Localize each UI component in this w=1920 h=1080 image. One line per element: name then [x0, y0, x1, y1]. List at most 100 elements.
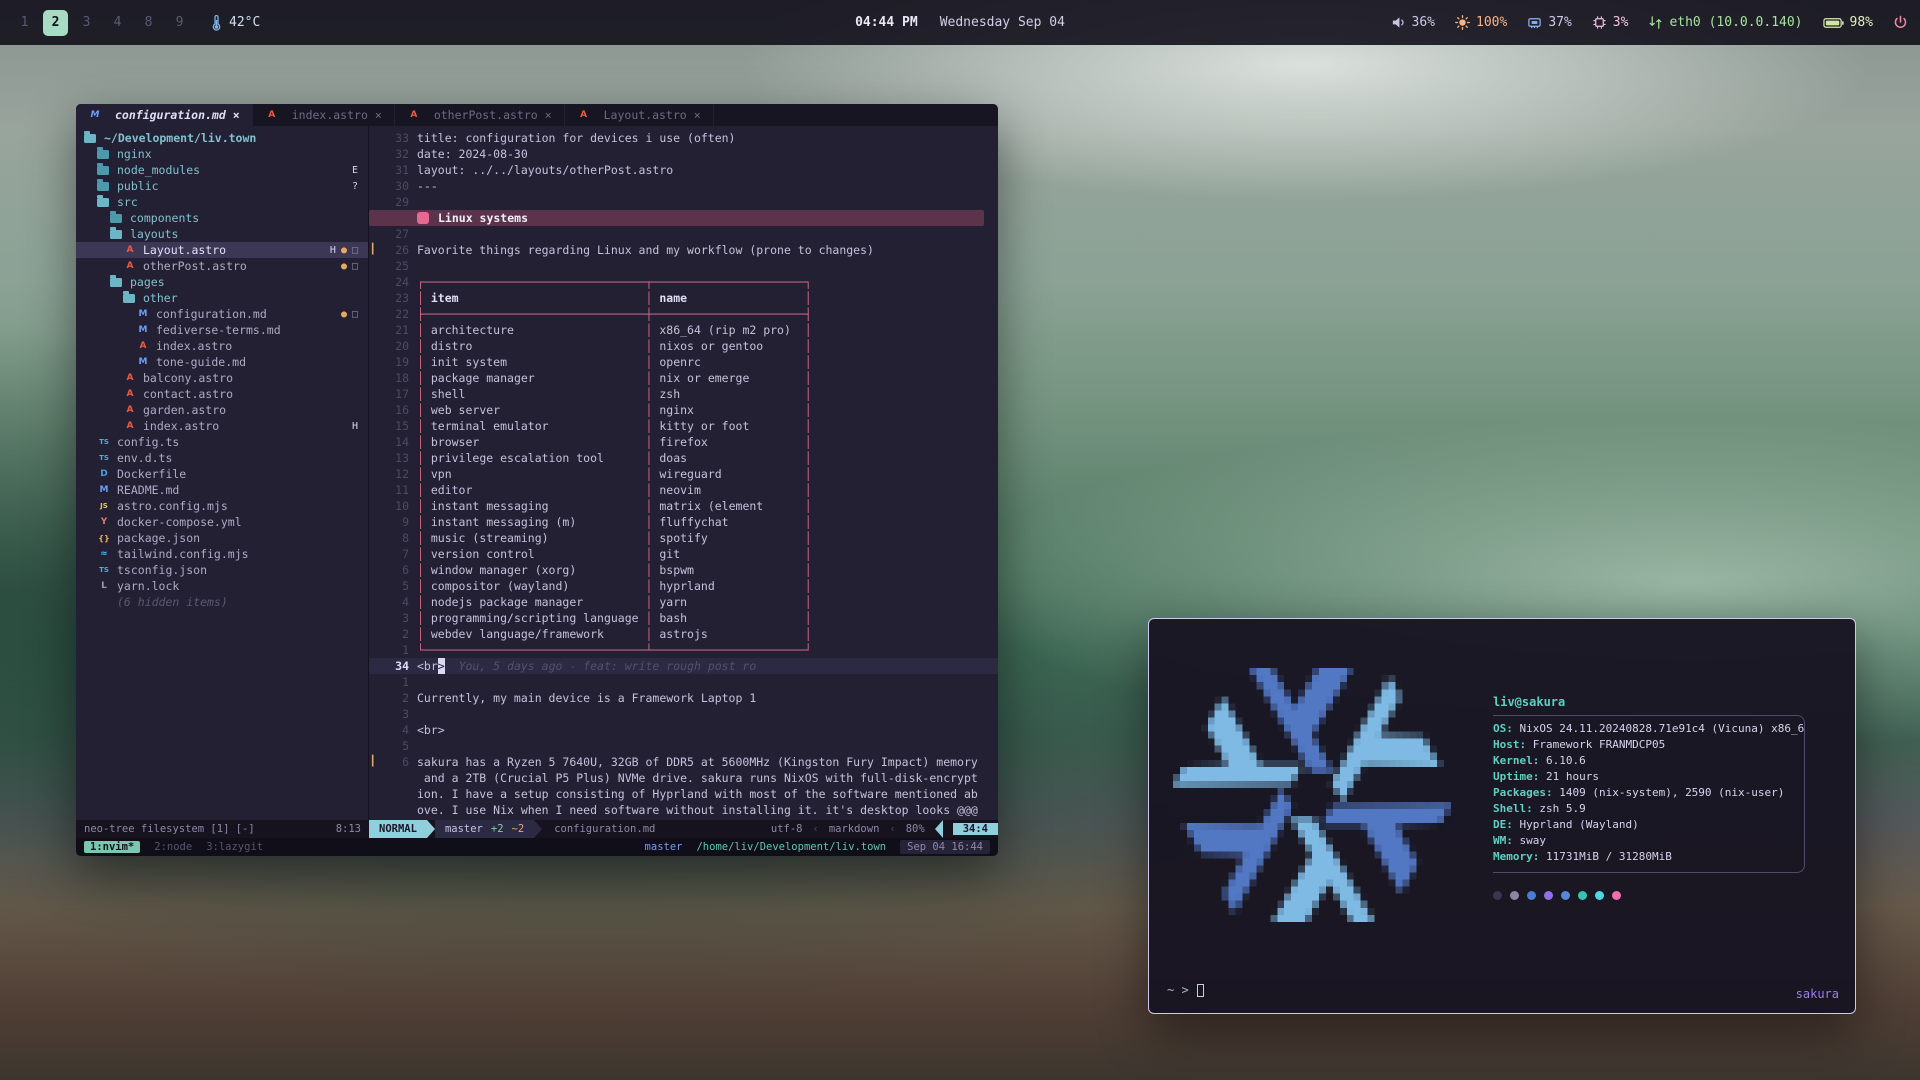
fetch-user-host: liv@sakura: [1493, 695, 1565, 709]
tree-item-tone-guide-md[interactable]: tone-guide.md: [76, 354, 368, 370]
tree-item-env-d-ts[interactable]: env.d.ts: [76, 450, 368, 466]
tree-item-otherpost-astro[interactable]: otherPost.astro●□: [76, 258, 368, 274]
cpu-module[interactable]: 3%: [1592, 15, 1629, 30]
palette-dot: [1612, 891, 1621, 900]
buffer-line: 18│ package manager │ nix or emerge │: [369, 370, 998, 386]
tree-item-index-astro[interactable]: index.astroH: [76, 418, 368, 434]
battery-module[interactable]: 98%: [1823, 15, 1873, 30]
fetch-value: sway: [1520, 834, 1547, 850]
tree-item-public[interactable]: public?: [76, 178, 368, 194]
close-icon[interactable]: [545, 108, 552, 122]
workspace-list: 123489: [12, 10, 192, 36]
tree-item-fediverse-terms-md[interactable]: fediverse-terms.md: [76, 322, 368, 338]
tree-item-readme-md[interactable]: README.md: [76, 482, 368, 498]
buffer-line: 24┌────────────────────────────────┬────…: [369, 274, 998, 290]
tmux-window[interactable]: 2:node: [154, 841, 192, 853]
brightness-module[interactable]: 100%: [1455, 15, 1507, 30]
tab-index-astro[interactable]: index.astro: [253, 104, 395, 126]
folder-open-icon: [110, 230, 122, 239]
network-module[interactable]: eth0 (10.0.0.140): [1648, 15, 1802, 30]
tree-item-src[interactable]: src: [76, 194, 368, 210]
fetch-info-row: Memory11731MiB / 31280MiB: [1493, 850, 1804, 866]
fetch-info-row: Uptime21 hours: [1493, 770, 1804, 786]
fetch-value: 1409 (nix-system), 2590 (nix-user): [1559, 786, 1784, 802]
fetch-value: NixOS 24.11.20240828.71e91c4 (Vicuna) x8…: [1520, 722, 1805, 738]
close-icon[interactable]: [233, 108, 240, 122]
markdown-icon: [88, 109, 102, 121]
volume-module[interactable]: 36%: [1391, 15, 1435, 30]
buffer-line: 13│ privilege escalation tool │ doas │: [369, 450, 998, 466]
folder-open-icon: [84, 134, 96, 143]
workspace-button[interactable]: 3: [74, 10, 99, 36]
sun-icon: [1455, 15, 1470, 30]
buffer-line: 7│ version control │ git │: [369, 546, 998, 562]
tree-item-tailwind-config-mjs[interactable]: tailwind.config.mjs: [76, 546, 368, 562]
workspace-button[interactable]: 4: [105, 10, 130, 36]
folder-icon: [97, 182, 109, 191]
workspace-button[interactable]: 9: [167, 10, 192, 36]
buffer-line: 5│ compositor (wayland) │ hyprland │: [369, 578, 998, 594]
tree-item-layouts[interactable]: layouts: [76, 226, 368, 242]
memory-module[interactable]: 37%: [1527, 15, 1571, 30]
tree-item-docker-compose-yml[interactable]: docker-compose.yml: [76, 514, 368, 530]
tree-item-components[interactable]: components: [76, 210, 368, 226]
tmux-window[interactable]: 1:nvim*: [84, 841, 140, 853]
palette-dot: [1510, 891, 1519, 900]
workspace-button[interactable]: 8: [136, 10, 161, 36]
buffer-line: 2Currently, my main device is a Framewor…: [369, 690, 998, 706]
tree-item-index-astro[interactable]: index.astro: [76, 338, 368, 354]
tmux-window[interactable]: 3:lazygit: [206, 841, 263, 853]
buffer[interactable]: 33title: configuration for devices i use…: [369, 126, 998, 820]
tree-item-contact-astro[interactable]: contact.astro: [76, 386, 368, 402]
buffer-line: 5: [369, 738, 998, 754]
tree-item-astro-config-mjs[interactable]: astro.config.mjs: [76, 498, 368, 514]
terminal-cursor: [1197, 984, 1204, 997]
buffer-line: 8│ music (streaming) │ spotify │: [369, 530, 998, 546]
tree-item-package-json[interactable]: package.json: [76, 530, 368, 546]
fetch-label: Uptime: [1493, 770, 1546, 786]
network-value: eth0 (10.0.0.140): [1669, 15, 1802, 30]
buffer-line: 3: [369, 706, 998, 722]
fetch-info: OSNixOS 24.11.20240828.71e91c4 (Vicuna) …: [1493, 715, 1805, 873]
tree-item-configuration-md[interactable]: configuration.md●□: [76, 306, 368, 322]
scroll-percent: 80%: [906, 823, 925, 835]
cpu-icon: [1592, 15, 1607, 30]
tab-label: configuration.md: [115, 108, 226, 122]
tree-item--development-liv-town[interactable]: ~/Development/liv.town: [76, 130, 368, 146]
tree-item-layout-astro[interactable]: Layout.astroH●□: [76, 242, 368, 258]
tree-item-node-modules[interactable]: node_modulesE: [76, 162, 368, 178]
fetch-label: Packages: [1493, 786, 1559, 802]
close-icon[interactable]: [694, 108, 701, 122]
fetch-label: OS: [1493, 722, 1520, 738]
file-tree[interactable]: ~/Development/liv.townnginxnode_modulesE…: [76, 126, 369, 820]
tab-otherpost-astro[interactable]: otherPost.astro: [395, 104, 565, 126]
power-button[interactable]: [1893, 15, 1908, 30]
tab-layout-astro[interactable]: Layout.astro: [565, 104, 714, 126]
tree-item-tsconfig-json[interactable]: tsconfig.json: [76, 562, 368, 578]
tree-item-dockerfile[interactable]: Dockerfile: [76, 466, 368, 482]
fetch-value: zsh 5.9: [1539, 802, 1585, 818]
workspace-button[interactable]: 1: [12, 10, 37, 36]
workspace-button[interactable]: 2: [43, 10, 68, 36]
tree-item--6-hidden-items-[interactable]: (6 hidden items): [76, 594, 368, 610]
tree-item-yarn-lock[interactable]: yarn.lock: [76, 578, 368, 594]
terminal-window: liv@sakura OSNixOS 24.11.20240828.71e91c…: [1148, 618, 1856, 1014]
tab-configuration-md[interactable]: configuration.md: [76, 104, 253, 126]
tree-item-other[interactable]: other: [76, 290, 368, 306]
buffer-line: and a 2TB (Crucial P5 Plus) NVMe drive. …: [369, 770, 998, 786]
tree-item-balcony-astro[interactable]: balcony.astro: [76, 370, 368, 386]
status-bar: 123489 42°C 04:44 PM Wednesday Sep 04 36…: [0, 0, 1920, 45]
tree-item-nginx[interactable]: nginx: [76, 146, 368, 162]
tree-item-pages[interactable]: pages: [76, 274, 368, 290]
folder-open-icon: [110, 278, 122, 287]
md-icon: [136, 308, 150, 320]
astro-icon: [123, 388, 137, 400]
tree-item-config-ts[interactable]: config.ts: [76, 434, 368, 450]
tree-item-garden-astro[interactable]: garden.astro: [76, 402, 368, 418]
neotree-status-text: neo-tree filesystem [1] [-]: [84, 823, 255, 835]
palette-dot: [1561, 891, 1570, 900]
shell-prompt[interactable]: ~ >: [1167, 983, 1204, 997]
fetch-info-row: HostFramework FRANMDCP05: [1493, 738, 1804, 754]
folder-open-icon: [123, 294, 135, 303]
close-icon[interactable]: [375, 108, 382, 122]
